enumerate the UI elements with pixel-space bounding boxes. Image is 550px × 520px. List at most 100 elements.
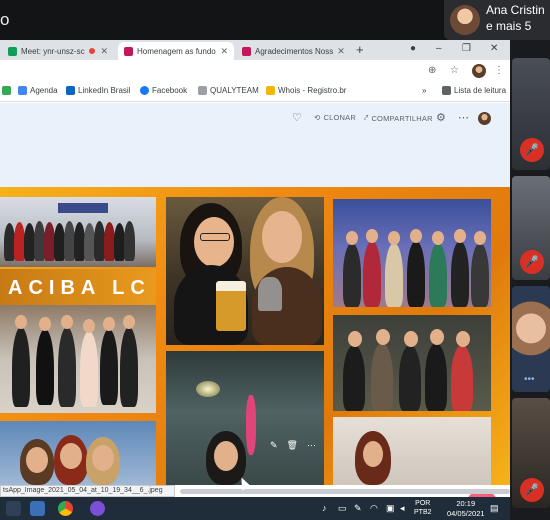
bookmark-maps[interactable] (2, 86, 11, 95)
meet-top-bar: o Ana Cristin e mais 5 (0, 0, 550, 40)
tray-wifi-icon[interactable]: ◠ (370, 503, 378, 514)
windows-taskbar: ♪ ▭ ✎ ◠ ▣ ◂ POR PTB2 20:19 04/05/2021 ▤ (0, 497, 510, 520)
kebab-menu-icon[interactable]: ⋮ (494, 65, 504, 76)
reading-list-icon (442, 86, 451, 95)
wine-glass (258, 277, 282, 311)
bookmarks-overflow-icon[interactable]: » (422, 86, 426, 95)
horizontal-scrollbar[interactable] (180, 489, 510, 494)
light-shape (196, 381, 220, 397)
aciba-text: ACIBA LC (8, 277, 151, 299)
clone-button[interactable]: ⟲ CLONAR (314, 113, 356, 122)
tab-strip: Meet: ynr-unsz-sc ✕ Homenagem as fundo ✕… (0, 40, 510, 60)
edit-pencil-icon[interactable]: ✎ (270, 440, 278, 451)
participant-avatar (450, 5, 480, 35)
event-banner (58, 203, 108, 213)
tray-pen-icon[interactable]: ✎ (354, 503, 362, 514)
more-options-icon[interactable]: ⋯ (307, 440, 316, 451)
new-tab-button[interactable]: + (356, 42, 364, 57)
heart-icon[interactable]: ♡ (292, 111, 302, 124)
tab-agradecimentos[interactable]: Agradecimentos Noss ✕ (236, 42, 348, 60)
photo-portrait[interactable] (333, 417, 491, 485)
share-icon: ⤤ (364, 113, 369, 122)
participant-tile[interactable]: 🎤 (512, 58, 550, 170)
tab-label: Meet: ynr-unsz-sc (21, 46, 85, 56)
calendar-icon (18, 86, 27, 95)
install-app-icon[interactable]: ⊕ (428, 65, 436, 76)
close-icon[interactable]: ✕ (337, 46, 345, 57)
shared-browser-window: Meet: ynr-unsz-sc ✕ Homenagem as fundo ✕… (0, 40, 510, 520)
photos-favicon-icon (242, 46, 251, 56)
photo-restaurant[interactable] (166, 351, 324, 485)
aciba-band: ACIBA LC (0, 269, 156, 305)
profile-avatar[interactable] (472, 64, 486, 78)
tray-volume-icon[interactable]: ◂ (400, 503, 405, 514)
tab-meet[interactable]: Meet: ynr-unsz-sc ✕ (2, 42, 114, 60)
gear-icon[interactable]: ⚙ (436, 111, 446, 124)
glasses-shape (200, 233, 230, 241)
participant-tile[interactable]: 🎤 (512, 176, 550, 280)
speaking-indicator-icon: ••• (524, 374, 535, 385)
photos-viewer: ♡ ⟲ CLONAR ⤤ COMPARTILHAR ⚙ ⋯ ACIBA LC ✎… (0, 103, 510, 520)
meet-participant-strip: 🎤 🎤 ••• 🎤 (510, 40, 550, 520)
pink-figure (246, 395, 256, 455)
photo-group-stage[interactable] (0, 197, 156, 267)
notification-center-icon[interactable]: ▤ (490, 503, 499, 514)
close-icon[interactable]: ✕ (100, 46, 108, 57)
restore-button[interactable]: ❐ (462, 43, 471, 54)
reading-list-button[interactable]: Lista de leitura (442, 86, 506, 95)
participant-card[interactable]: Ana Cristin e mais 5 (444, 0, 550, 40)
tray-camera-icon[interactable]: ▭ (338, 503, 347, 514)
share-button[interactable]: ⤤ COMPARTILHAR (364, 113, 433, 123)
clone-icon: ⟲ (314, 113, 321, 122)
whois-icon (266, 86, 275, 95)
close-icon[interactable]: ✕ (220, 46, 228, 57)
bookmark-whois[interactable]: Whois - Registro.br (266, 86, 346, 95)
meet-title-fragment: o (0, 10, 10, 29)
bookmark-qualyteam[interactable]: QUALYTEAM (198, 86, 259, 95)
browser-toolbar: ⊕ ☆ ⋮ (0, 60, 510, 82)
participant-name: Ana Cristin e mais 5 (486, 3, 545, 33)
bookmark-agenda[interactable]: Agenda (18, 86, 58, 95)
system-clock[interactable]: 20:19 04/05/2021 (447, 499, 485, 519)
tab-label: Agradecimentos Noss (255, 46, 334, 56)
delete-icon[interactable]: 🗑 (287, 440, 298, 451)
chrome-icon[interactable] (58, 501, 73, 516)
bookmark-linkedin[interactable]: LinkedIn Brasil (66, 86, 130, 95)
muted-mic-icon: 🎤 (520, 250, 544, 274)
photo-collage[interactable]: ACIBA LC ✎ 🗑 ⋯ (0, 187, 510, 485)
photo-gala-group[interactable] (333, 199, 491, 307)
photos-action-bar: ♡ ⟲ CLONAR ⤤ COMPARTILHAR ⚙ ⋯ (0, 103, 510, 131)
photo-group-lobby[interactable] (0, 305, 156, 413)
tab-search-icon[interactable]: ● (410, 43, 416, 54)
bookmarks-bar: Agenda LinkedIn Brasil Facebook QUALYTEA… (0, 82, 510, 102)
tray-mic-icon[interactable]: ♪ (322, 503, 327, 513)
status-bar-url: tsApp_Image_2021_05_04_at_10_19_34__6_.j… (0, 485, 175, 497)
photos-favicon-icon (124, 46, 133, 56)
recording-icon (88, 48, 95, 54)
muted-mic-icon: 🎤 (520, 138, 544, 162)
more-options-icon[interactable]: ⋯ (458, 111, 469, 124)
bookmark-facebook[interactable]: Facebook (140, 86, 187, 95)
window-close-button[interactable]: ✕ (490, 43, 498, 54)
participant-tile[interactable]: ••• (512, 286, 550, 392)
feather-app-icon[interactable] (90, 501, 105, 516)
qualyteam-icon (198, 86, 207, 95)
photo-group-evening[interactable] (333, 315, 491, 411)
photo-selfie-group[interactable] (0, 421, 156, 485)
facebook-icon (140, 86, 149, 95)
linkedin-icon (66, 86, 75, 95)
screen: o Ana Cristin e mais 5 Meet: ynr-unsz-sc… (0, 0, 550, 520)
star-icon[interactable]: ☆ (450, 65, 459, 76)
tray-display-icon[interactable]: ▣ (386, 503, 395, 514)
beer-mug (216, 281, 246, 331)
participant-tile[interactable]: 🎤 (512, 398, 550, 508)
photo-toast[interactable] (166, 197, 324, 345)
store-icon[interactable] (30, 501, 45, 516)
tab-homenagem[interactable]: Homenagem as fundo ✕ (118, 42, 234, 60)
photos-profile-avatar[interactable] (478, 112, 491, 125)
taskbar-app-icon[interactable] (6, 501, 21, 516)
language-indicator[interactable]: POR PTB2 (414, 499, 432, 517)
photo-edit-tools: ✎ 🗑 ⋯ (270, 440, 316, 451)
muted-mic-icon: 🎤 (520, 478, 544, 502)
minimize-button[interactable]: – (436, 43, 442, 54)
